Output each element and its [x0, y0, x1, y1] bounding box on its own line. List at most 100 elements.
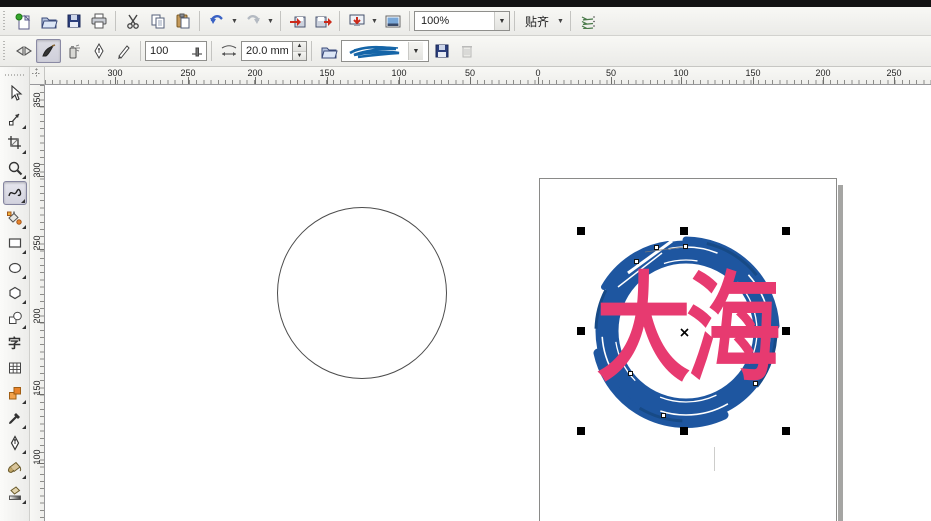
delete-stroke-icon [461, 46, 472, 58]
export-button[interactable] [310, 9, 335, 33]
text-tool[interactable]: 字 [3, 331, 27, 355]
brush-mode-button[interactable] [36, 39, 61, 63]
undo-button[interactable] [204, 9, 229, 33]
cut-button[interactable] [120, 9, 145, 33]
stroke-list-combo[interactable]: ▼ [341, 40, 429, 62]
smart-fill-tool[interactable] [3, 206, 27, 230]
table-tool[interactable] [3, 356, 27, 380]
pick-tool[interactable] [3, 81, 27, 105]
text-tool-icon: 字 [7, 336, 21, 351]
undo-dropdown-arrow[interactable]: ▼ [229, 9, 240, 33]
shape-tool[interactable] [3, 106, 27, 130]
fill-tool[interactable] [3, 456, 27, 480]
preset-mode-button[interactable] [11, 39, 36, 63]
stroke-width-spinner[interactable]: ▲ ▼ [293, 41, 307, 61]
hruler-major-tick [611, 77, 612, 84]
smoothing-slider-icon[interactable] [190, 44, 204, 58]
open-button[interactable] [36, 9, 61, 33]
ellipse-tool[interactable] [3, 256, 27, 280]
stroke-width-field[interactable] [241, 41, 293, 61]
zoom-combo-dropdown-icon[interactable]: ▼ [494, 12, 509, 30]
ellipse-tool-icon [8, 262, 21, 273]
selection-handle[interactable] [782, 227, 790, 235]
toolbox-grip[interactable] [4, 72, 25, 77]
drawing-canvas[interactable]: 大海 [45, 85, 931, 521]
sprayer-mode-button[interactable] [61, 39, 86, 63]
curve-node[interactable] [628, 371, 633, 376]
property-separator [140, 41, 141, 61]
delete-stroke-button[interactable] [454, 39, 479, 63]
selection-handle[interactable] [782, 327, 790, 335]
interactive-fill-tool[interactable] [3, 481, 27, 505]
calligraphic-mode-button[interactable] [86, 39, 111, 63]
toolbar-separator [409, 11, 410, 31]
selection-handle[interactable] [577, 327, 585, 335]
options-button[interactable] [575, 9, 600, 33]
new-document-button[interactable] [11, 9, 36, 33]
stroke-width-input[interactable] [242, 45, 292, 57]
curve-node[interactable] [683, 244, 688, 249]
hruler-major-tick [327, 77, 328, 84]
save-button[interactable] [61, 9, 86, 33]
vruler-major-tick [37, 463, 44, 464]
vertical-ruler[interactable]: 350 300 250 200 150 100 [30, 85, 45, 521]
toolbar-grip[interactable] [2, 11, 7, 31]
new-document-icon [15, 13, 31, 29]
vruler-major-tick [37, 176, 44, 177]
save-stroke-icon [435, 44, 448, 58]
selection-center-mark[interactable] [679, 327, 690, 338]
crop-tool[interactable] [3, 131, 27, 155]
basic-shapes-tool[interactable] [3, 306, 27, 330]
freehand-smoothing-field[interactable] [145, 41, 207, 61]
curve-node[interactable] [654, 245, 659, 250]
selection-handle[interactable] [577, 227, 585, 235]
eyedropper-tool[interactable] [3, 406, 27, 430]
zoom-level-value: 100% [421, 15, 450, 27]
freehand-tool[interactable] [2, 180, 27, 205]
snap-to-button[interactable]: 贴齐 [519, 9, 555, 33]
zoom-level-combo[interactable]: 100% ▼ [414, 11, 510, 31]
outline-pen-tool[interactable] [3, 431, 27, 455]
hruler-major-tick [188, 77, 189, 84]
ruler-origin-corner[interactable] [30, 67, 45, 85]
polygon-tool[interactable] [3, 281, 27, 305]
paste-icon [176, 13, 189, 29]
stroke-combo-dropdown-icon[interactable]: ▼ [408, 42, 423, 60]
snap-dropdown-arrow[interactable]: ▼ [555, 9, 566, 33]
vruler-label: 300 [32, 162, 42, 178]
browse-button[interactable] [316, 39, 341, 63]
curve-node[interactable] [634, 259, 639, 264]
curve-node[interactable] [753, 381, 758, 386]
print-button[interactable] [86, 9, 111, 33]
launcher-dropdown-arrow[interactable]: ▼ [369, 9, 380, 33]
rectangle-tool-icon [8, 237, 21, 248]
application-launcher-button[interactable] [344, 9, 369, 33]
vruler-label: 100 [32, 449, 42, 465]
rectangle-tool[interactable] [3, 231, 27, 255]
blend-tool[interactable] [3, 381, 27, 405]
flyout-indicator [21, 149, 26, 154]
copy-button[interactable] [145, 9, 170, 33]
redo-button[interactable] [240, 9, 265, 33]
spinner-up-icon[interactable]: ▲ [293, 42, 306, 52]
horizontal-ruler[interactable]: 300 250 200 150 100 50 0 50 100 150 200 250 [45, 67, 931, 85]
property-bar-grip[interactable] [2, 41, 7, 61]
application-launcher-icon [349, 14, 364, 26]
ellipse-object[interactable] [277, 207, 447, 379]
curve-node[interactable] [661, 413, 666, 418]
redo-dropdown-arrow[interactable]: ▼ [265, 9, 276, 33]
import-button[interactable] [285, 9, 310, 33]
zoom-tool[interactable] [3, 156, 27, 180]
welcome-screen-button[interactable] [380, 9, 405, 33]
freehand-smoothing-input[interactable] [146, 45, 190, 57]
selection-handle[interactable] [680, 227, 688, 235]
eyedropper-tool-icon [8, 412, 20, 424]
selection-handle[interactable] [782, 427, 790, 435]
stroke-width-icon [221, 45, 236, 56]
selection-handle[interactable] [577, 427, 585, 435]
paste-button[interactable] [170, 9, 195, 33]
pressure-mode-button[interactable] [111, 39, 136, 63]
save-stroke-button[interactable] [429, 39, 454, 63]
selection-handle[interactable] [680, 427, 688, 435]
spinner-down-icon[interactable]: ▼ [293, 51, 306, 60]
